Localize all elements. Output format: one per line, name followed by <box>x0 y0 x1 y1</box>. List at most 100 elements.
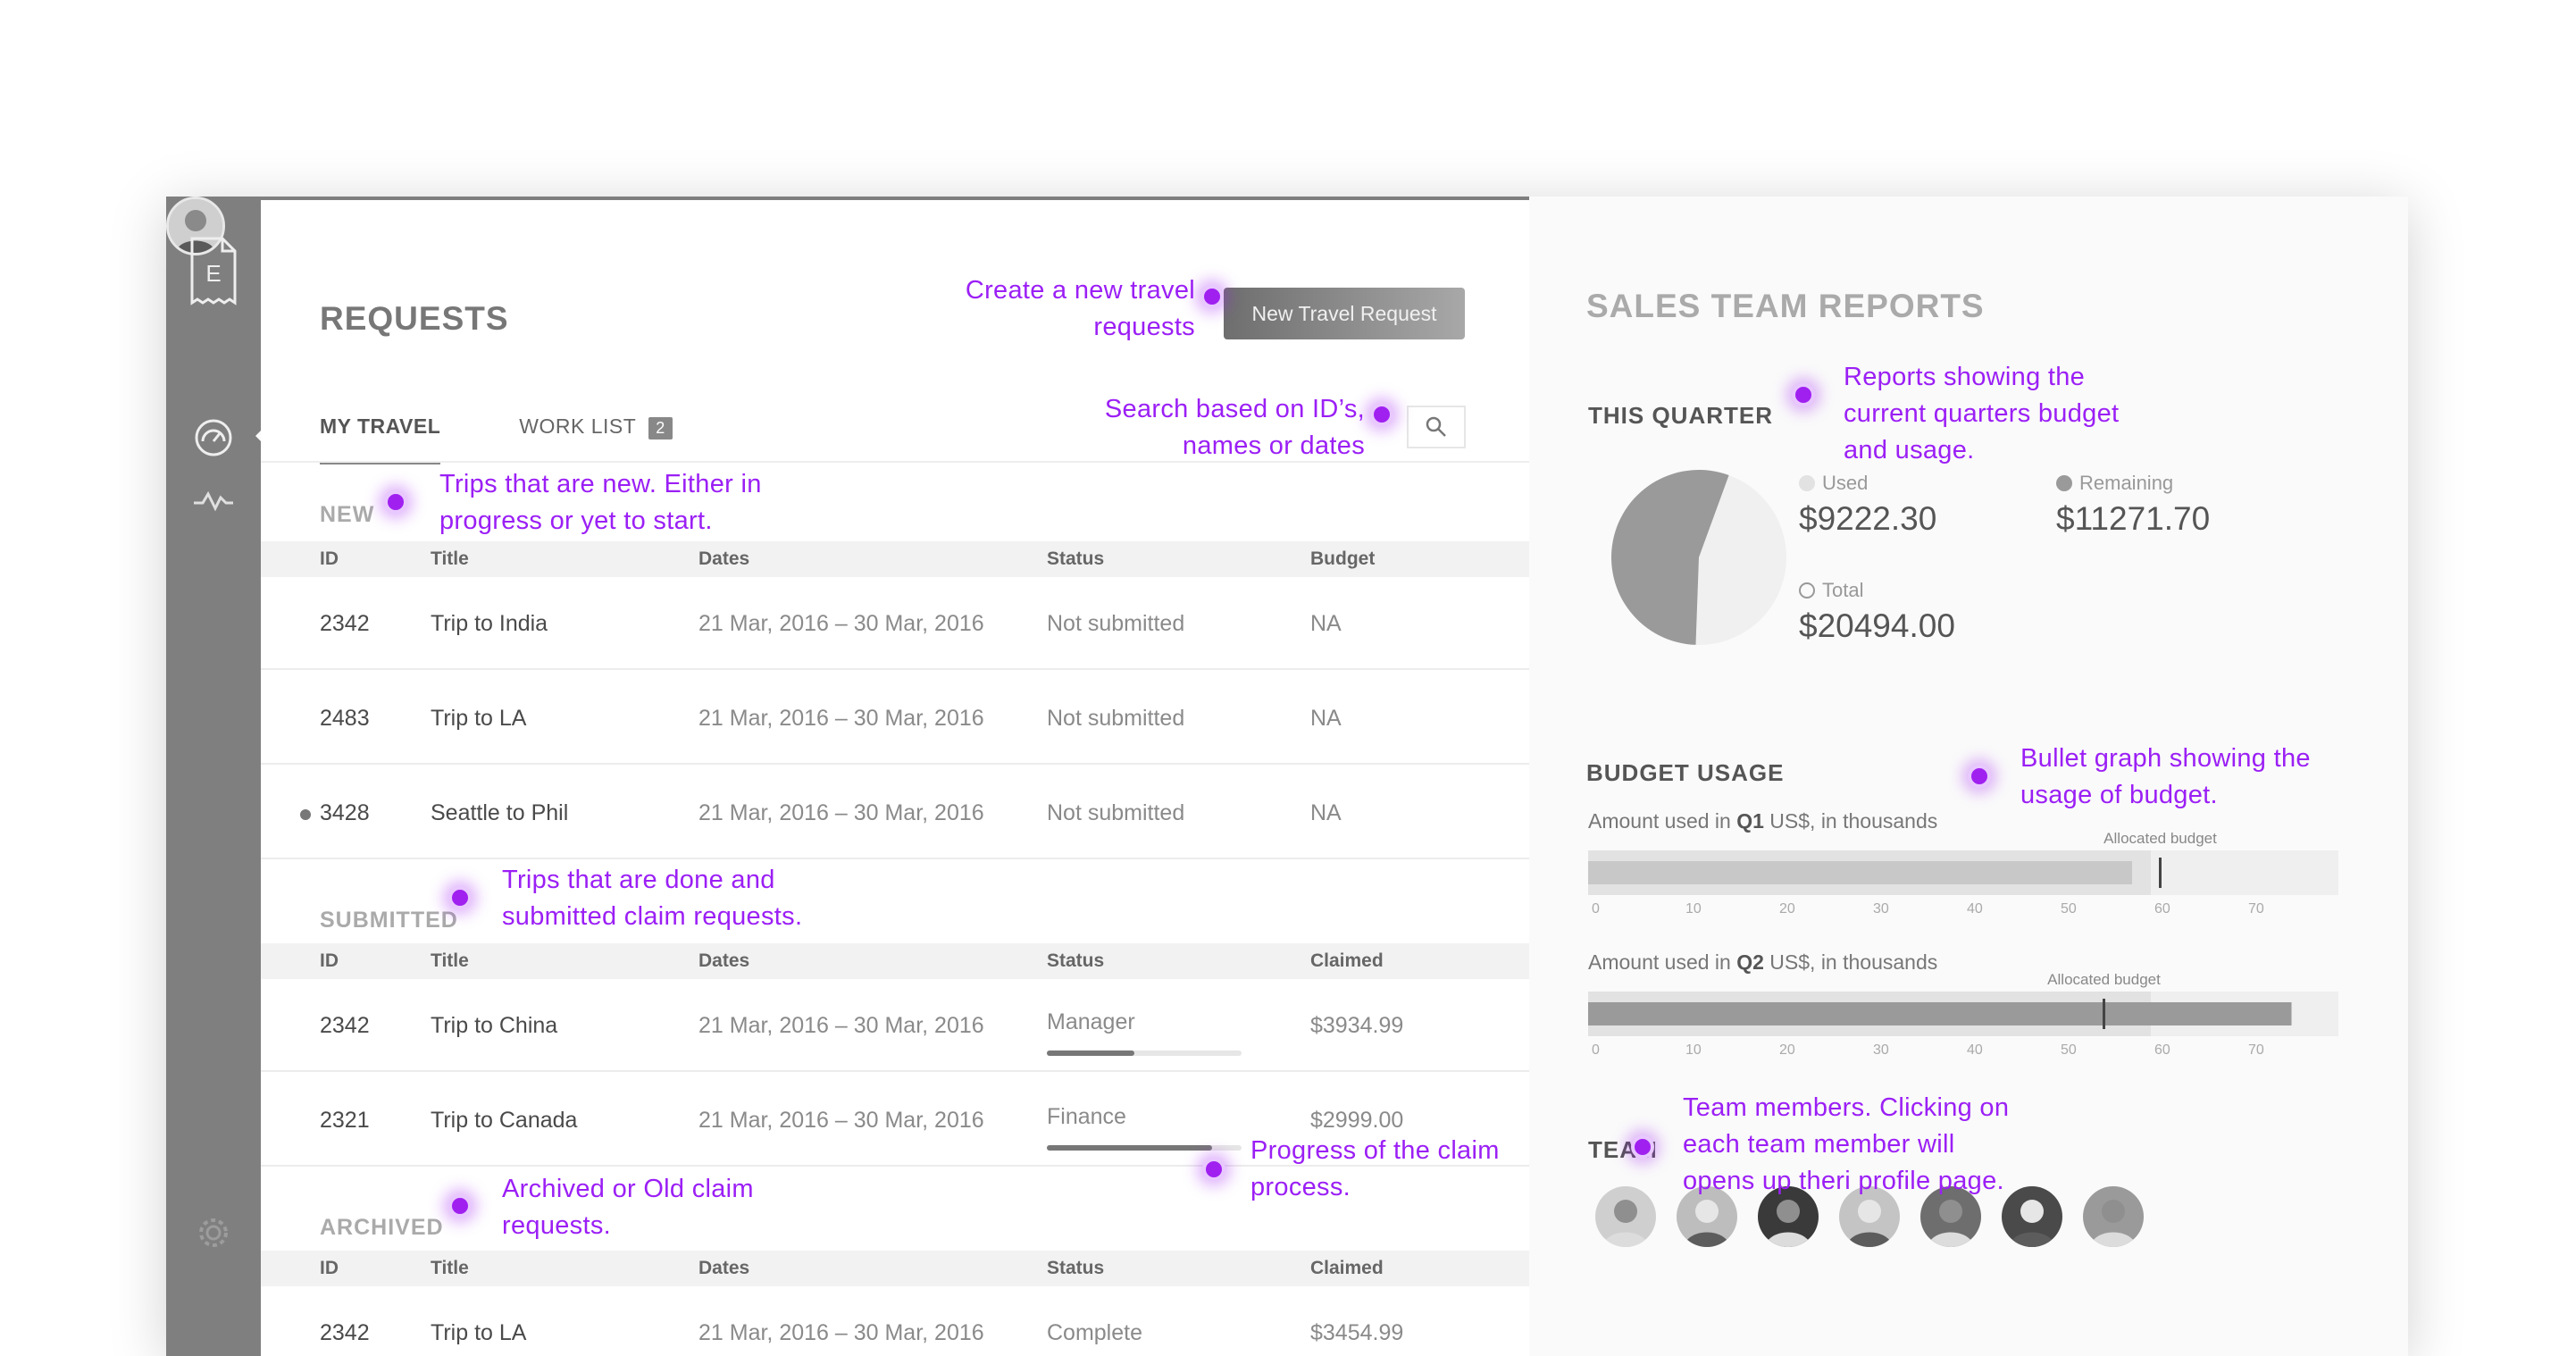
cell-id: 2483 <box>320 706 370 731</box>
claim-progress-bar <box>1047 1145 1242 1151</box>
annotation-new-trips: Trips that are new. Either in progress o… <box>439 470 762 535</box>
q1-caption-quarter: Q1 <box>1736 809 1764 833</box>
q1-caption-suffix: US$, in thousands <box>1763 809 1938 833</box>
column-header: Status <box>1047 950 1105 971</box>
table-row[interactable]: 2342 Trip to India 21 Mar, 2016 – 30 Mar… <box>261 577 1529 670</box>
annotation-marker <box>1968 765 1991 788</box>
search-button[interactable] <box>1407 406 1466 448</box>
page-title: REQUESTS <box>320 300 509 337</box>
column-header: Claimed <box>1310 1258 1384 1278</box>
cell-id: 2321 <box>320 1108 370 1133</box>
annotation-marker <box>384 490 407 514</box>
cell-title: Seattle to Phil <box>431 800 569 825</box>
column-header: Status <box>1047 548 1105 569</box>
budget-usage-title: BUDGET USAGE <box>1586 759 1785 786</box>
cell-id: 2342 <box>320 1320 370 1345</box>
cell-status: Not submitted <box>1047 706 1185 731</box>
axis-tick-label: 30 <box>1873 1042 1889 1056</box>
allocated-budget-label: Allocated budget <box>2103 833 2217 847</box>
cell-claimed: $3934.99 <box>1310 1013 1404 1038</box>
column-header: Budget <box>1310 548 1376 569</box>
claim-progress-fill <box>1047 1145 1213 1151</box>
app-window: E REQUESTS New Travel Request MY TRAVEL … <box>166 197 2408 1356</box>
receipt-logo-icon[interactable]: E <box>187 232 240 313</box>
total-legend-dot <box>1799 582 1815 598</box>
work-list-count-badge: 2 <box>648 417 673 439</box>
annotation-submitted: Trips that are done and submitted claim … <box>502 866 803 931</box>
table-header: ID Title Dates Status Claimed <box>261 943 1529 979</box>
axis-tick-label: 70 <box>2248 901 2264 915</box>
team-member-avatar[interactable] <box>1595 1186 1656 1247</box>
annotation-reports: Reports showing the current quarters bud… <box>1844 363 2120 465</box>
annotation-new-request: Create a new travel requests <box>965 276 1195 341</box>
cell-status: Complete <box>1047 1320 1142 1345</box>
annotation-archived: Archived or Old claim requests. <box>502 1175 754 1240</box>
cell-id: 2342 <box>320 611 370 636</box>
annotation-team: Team members. Clicking on each team memb… <box>1683 1093 2010 1195</box>
annotation-marker <box>1370 403 1393 426</box>
total-value: $20494.00 <box>1799 607 1955 644</box>
annotation-marker <box>1202 1158 1225 1181</box>
axis-tick-label: 40 <box>1967 1042 1983 1056</box>
tab-work-list[interactable]: WORK LIST 2 <box>519 414 673 465</box>
table-row[interactable]: 2483 Trip to LA 21 Mar, 2016 – 30 Mar, 2… <box>261 672 1529 765</box>
axis-tick-label: 20 <box>1779 1042 1795 1056</box>
column-header: Dates <box>698 950 750 971</box>
total-stat: Total $20494.00 <box>1799 579 1955 645</box>
cell-status: Manager <box>1047 1009 1135 1034</box>
cell-dates: 21 Mar, 2016 – 30 Mar, 2016 <box>698 1320 984 1345</box>
total-label: Total <box>1822 579 1864 601</box>
axis-tick-label: 70 <box>2248 1042 2264 1056</box>
new-travel-request-button[interactable]: New Travel Request <box>1224 288 1465 339</box>
sidebar: E <box>166 197 264 1356</box>
axis-tick-label: 10 <box>1685 1042 1702 1056</box>
remaining-stat: Remaining $11271.70 <box>2056 472 2210 538</box>
cell-title: Trip to LA <box>431 1320 527 1345</box>
cell-dates: 21 Mar, 2016 – 30 Mar, 2016 <box>698 706 984 731</box>
annotation-search: Search based on ID’s, names or dates <box>1104 395 1365 460</box>
claim-progress-bar <box>1047 1050 1242 1056</box>
cell-title: Trip to India <box>431 611 548 636</box>
cell-title: Trip to LA <box>431 706 527 731</box>
axis-tick-label: 60 <box>2154 901 2170 915</box>
remaining-legend-dot <box>2056 475 2072 491</box>
table-row[interactable]: 3428 Seattle to Phil 21 Mar, 2016 – 30 M… <box>261 766 1529 859</box>
activity-icon[interactable] <box>187 473 240 527</box>
annotation-marker <box>1631 1135 1654 1159</box>
cell-title: Trip to China <box>431 1013 558 1038</box>
cell-dates: 21 Mar, 2016 – 30 Mar, 2016 <box>698 611 984 636</box>
column-header: ID <box>320 950 339 971</box>
table-header: ID Title Dates Status Claimed <box>261 1251 1529 1286</box>
cell-dates: 21 Mar, 2016 – 30 Mar, 2016 <box>698 1013 984 1038</box>
gear-icon[interactable] <box>187 1206 240 1260</box>
cell-title: Trip to Canada <box>431 1108 578 1133</box>
column-header: Title <box>431 1258 469 1278</box>
cell-claimed: $2999.00 <box>1310 1108 1404 1133</box>
q1-caption-prefix: Amount used in <box>1588 809 1737 833</box>
cell-id: 3428 <box>320 800 370 825</box>
unread-dot <box>300 809 311 820</box>
annotation-marker <box>1792 383 1815 406</box>
axis-tick-label: 40 <box>1967 901 1983 915</box>
table-row[interactable]: 2342 Trip to LA 21 Mar, 2016 – 30 Mar, 2… <box>261 1286 1529 1356</box>
q2-caption-suffix: US$, in thousands <box>1763 950 1938 974</box>
column-header: Title <box>431 950 469 971</box>
section-label-submitted: SUBMITTED <box>320 908 458 933</box>
table-header: ID Title Dates Status Budget <box>261 541 1529 577</box>
axis-tick-label: 50 <box>2061 901 2077 915</box>
table-row[interactable]: 2342 Trip to China 21 Mar, 2016 – 30 Mar… <box>261 979 1529 1072</box>
reports-title: SALES TEAM REPORTS <box>1586 288 1985 324</box>
search-icon <box>1426 416 1446 437</box>
budget-pie-chart <box>1610 468 1788 647</box>
tab-label: MY TRAVEL <box>320 414 441 438</box>
section-label-new: NEW <box>320 502 375 527</box>
remaining-label: Remaining <box>2079 472 2174 494</box>
tab-my-travel[interactable]: MY TRAVEL <box>320 414 441 465</box>
dashboard-icon[interactable] <box>187 411 240 465</box>
tab-label: WORK LIST <box>519 414 637 438</box>
cell-status: Finance <box>1047 1104 1126 1129</box>
annotation-marker <box>448 886 472 909</box>
column-header: Status <box>1047 1258 1105 1278</box>
annotation-marker <box>1200 285 1224 308</box>
logo-letter: E <box>205 260 221 287</box>
